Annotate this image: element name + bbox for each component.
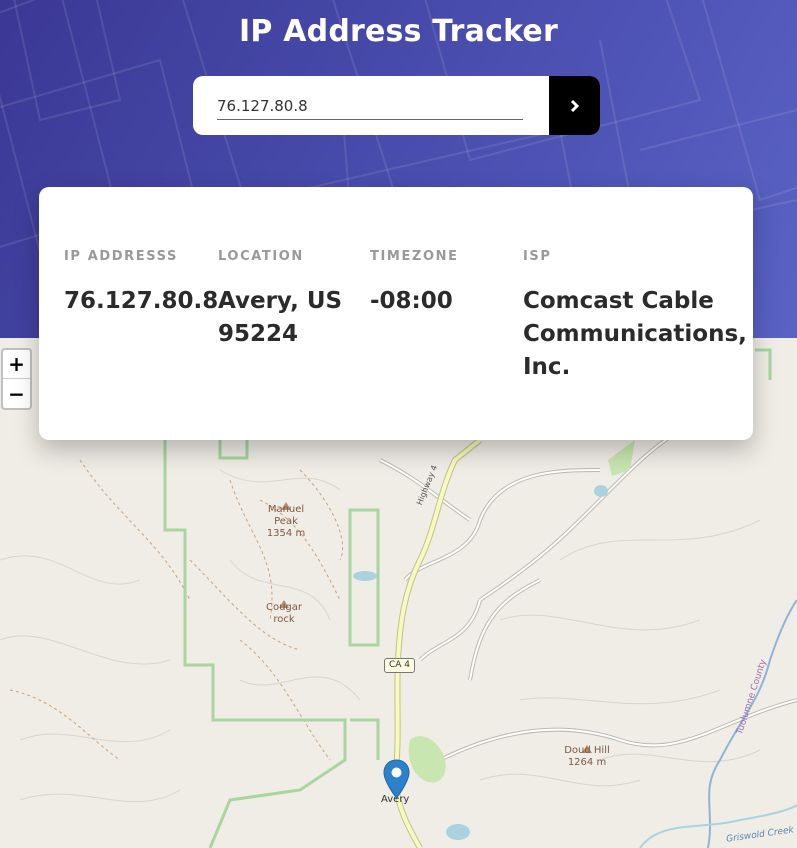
chevron-right-icon: [570, 99, 579, 112]
map-label-cougar-rock: Cougar rock: [265, 602, 303, 625]
peak-icon: [281, 495, 291, 510]
ip-search-form: [193, 76, 600, 135]
location-value: Avery, US 95224: [218, 288, 343, 347]
location-label: LOCATION: [218, 249, 304, 264]
location-marker-icon[interactable]: [383, 759, 410, 803]
map-label-manuel-peak: Manuel Peak 1354 m: [266, 504, 306, 539]
zoom-control: + −: [1, 348, 32, 410]
ip-address-value: 76.127.80.8: [64, 288, 219, 314]
isp-label: ISP: [523, 249, 552, 264]
ip-address-section: IP ADDRESSS 76.127.80.8: [64, 249, 219, 318]
isp-section: ISP Comcast Cable Communications, Inc.: [523, 249, 747, 384]
location-section: LOCATION Avery, US 95224: [218, 249, 358, 351]
zoom-out-button[interactable]: −: [3, 379, 30, 408]
timezone-label: TIMEZONE: [370, 249, 459, 264]
ip-info-card: IP ADDRESSS 76.127.80.8 LOCATION Avery, …: [39, 187, 753, 440]
timezone-section: TIMEZONE -08:00: [370, 249, 510, 318]
peak-icon: [279, 593, 289, 608]
ip-search-input[interactable]: [217, 92, 523, 120]
ip-address-label: IP ADDRESSS: [64, 249, 178, 264]
timezone-value: -08:00: [370, 288, 453, 314]
highway-shield-ca4: CA 4: [384, 658, 416, 673]
search-submit-button[interactable]: [549, 76, 600, 135]
isp-value: Comcast Cable Communications, Inc.: [523, 288, 747, 380]
page-title: IP Address Tracker: [239, 14, 558, 49]
map-label-doud-hill: Doud Hill 1264 m: [564, 745, 610, 768]
zoom-in-button[interactable]: +: [3, 350, 30, 379]
